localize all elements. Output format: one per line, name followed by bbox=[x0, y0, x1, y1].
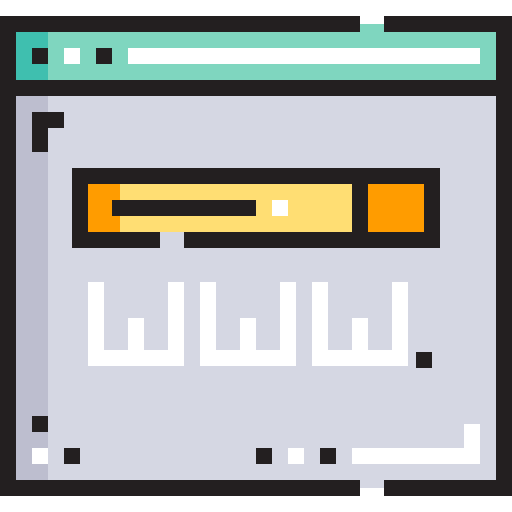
dot-bottom-right-1 bbox=[256, 448, 272, 464]
search-box[interactable] bbox=[72, 168, 440, 248]
dot-bottom-right-3 bbox=[320, 448, 336, 464]
search-text-line bbox=[112, 200, 256, 216]
window-dot-maximize-icon[interactable] bbox=[96, 48, 112, 64]
outline-bottom-right bbox=[384, 480, 512, 496]
search-box-outline-gap bbox=[160, 232, 184, 248]
window-dot-close-icon[interactable] bbox=[32, 48, 48, 64]
web-browser-icon bbox=[0, 0, 512, 512]
outline-separator bbox=[0, 80, 512, 96]
outline-bottom-left bbox=[0, 480, 360, 496]
dot-bottom-left-3 bbox=[64, 448, 80, 464]
address-bar[interactable] bbox=[128, 48, 480, 64]
window-body-fill bbox=[8, 88, 504, 488]
www-dot bbox=[416, 352, 432, 368]
search-button[interactable] bbox=[368, 184, 424, 232]
dot-bottom-left-2 bbox=[32, 448, 48, 464]
search-caret-icon bbox=[272, 200, 288, 216]
dot-bottom-right-2 bbox=[288, 448, 304, 464]
outline-top-right bbox=[384, 16, 512, 32]
web-browser-svg bbox=[0, 16, 512, 496]
window-dot-minimize-icon[interactable] bbox=[64, 48, 80, 64]
window-body bbox=[8, 88, 504, 488]
title-bar bbox=[8, 24, 504, 88]
dot-bottom-left-1 bbox=[32, 416, 48, 432]
outline-top-left bbox=[0, 16, 360, 32]
